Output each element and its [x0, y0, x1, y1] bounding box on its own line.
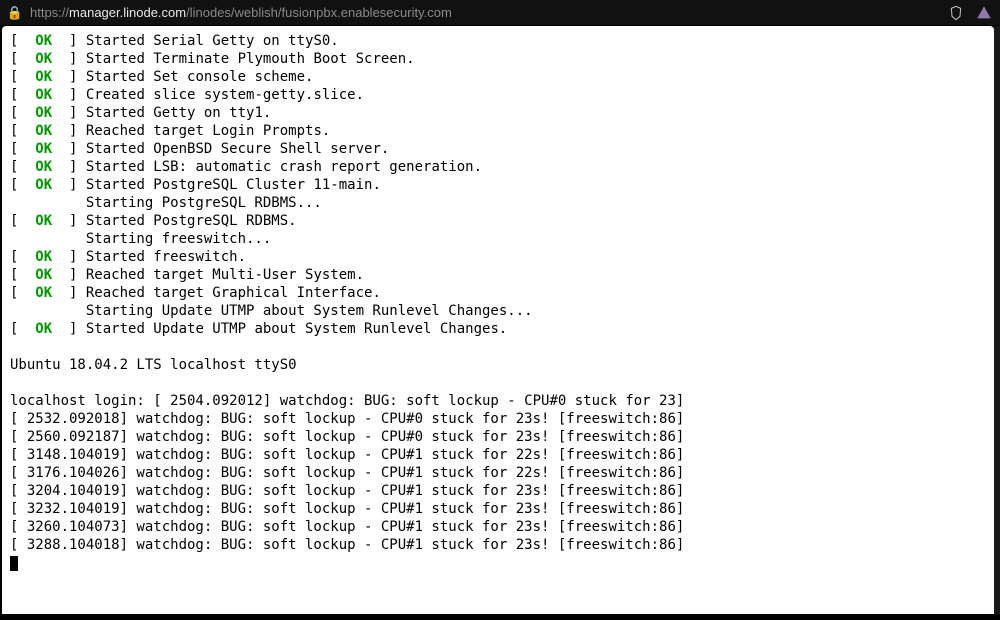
url-path: /linodes/weblish/fusionpbx.enablesecurit… [186, 5, 452, 20]
lock-icon: 🔒 [6, 5, 24, 21]
brave-shield-icon[interactable] [946, 3, 966, 23]
browser-address-bar[interactable]: 🔒 https://manager.linode.com/linodes/web… [0, 0, 1000, 26]
terminal-cursor [10, 556, 18, 571]
url-scheme: https:// [30, 5, 69, 20]
extension-icon[interactable] [974, 3, 994, 23]
url-host: manager.linode.com [69, 5, 186, 20]
scrollbar-vertical[interactable] [994, 26, 1000, 614]
console-output: [ OK ] Started Serial Getty on ttyS0. [ … [2, 26, 994, 578]
weblish-console[interactable]: [ OK ] Started Serial Getty on ttyS0. [ … [2, 26, 994, 614]
url-display[interactable]: https://manager.linode.com/linodes/webli… [30, 5, 452, 20]
